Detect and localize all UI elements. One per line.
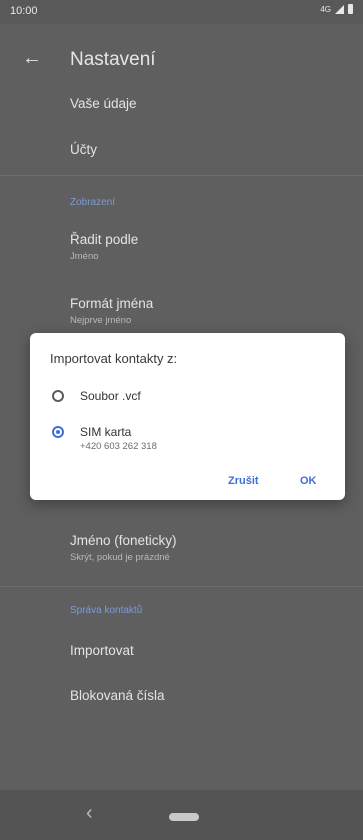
- settings-item-blocked-numbers[interactable]: Blokovaná čísla: [70, 688, 165, 703]
- back-arrow-icon[interactable]: ←: [22, 48, 42, 68]
- settings-item-sort-by[interactable]: Řadit podle Jméno: [70, 232, 138, 262]
- radio-unselected-icon[interactable]: [52, 390, 64, 402]
- network-type: 4G: [320, 4, 331, 14]
- page-title: Nastavení: [70, 49, 156, 70]
- nav-back-icon[interactable]: ‹: [86, 802, 93, 825]
- cancel-button[interactable]: Zrušit: [228, 475, 259, 487]
- section-divider: [0, 175, 363, 176]
- phonetic-name-label: Jméno (foneticky): [70, 533, 177, 548]
- settings-item-your-info[interactable]: Vaše údaje: [70, 96, 137, 111]
- status-icons: 4G: [320, 4, 353, 14]
- phonetic-name-value: Skrýt, pokud je prázdné: [70, 552, 170, 563]
- settings-item-phonetic-name[interactable]: Jméno (foneticky) Skrýt, pokud je prázdn…: [70, 533, 177, 563]
- battery-icon: [348, 4, 353, 14]
- name-format-value: Nejprve jméno: [70, 315, 132, 326]
- option-sim-card[interactable]: SIM karta +420 603 262 318: [50, 422, 330, 458]
- section-header-manage-contacts: Správa kontaktů: [70, 605, 143, 616]
- nav-home-pill[interactable]: [169, 813, 199, 821]
- ok-button[interactable]: OK: [300, 475, 317, 487]
- option-label: SIM karta: [80, 425, 132, 439]
- signal-icon: [335, 4, 344, 14]
- settings-item-name-format[interactable]: Formát jména Nejprve jméno: [70, 296, 153, 326]
- section-divider: [0, 586, 363, 587]
- import-contacts-dialog: Importovat kontakty z: Soubor .vcf SIM k…: [30, 333, 345, 500]
- settings-item-import[interactable]: Importovat: [70, 643, 134, 658]
- settings-item-accounts[interactable]: Účty: [70, 142, 97, 157]
- sim-phone-number: +420 603 262 318: [80, 441, 157, 452]
- navigation-bar: ‹: [0, 790, 363, 840]
- name-format-label: Formát jména: [70, 296, 154, 311]
- sort-by-value: Jméno: [70, 251, 99, 262]
- option-vcf-file[interactable]: Soubor .vcf: [50, 386, 330, 422]
- status-time: 10:00: [10, 5, 38, 17]
- section-header-display: Zobrazení: [70, 197, 116, 208]
- dialog-title: Importovat kontakty z:: [50, 351, 178, 366]
- radio-selected-icon[interactable]: [52, 426, 64, 438]
- status-bar: 10:00 4G: [0, 0, 363, 24]
- sort-by-label: Řadit podle: [70, 232, 139, 247]
- option-label: Soubor .vcf: [80, 389, 141, 403]
- app-toolbar: ← Nastavení: [0, 24, 363, 94]
